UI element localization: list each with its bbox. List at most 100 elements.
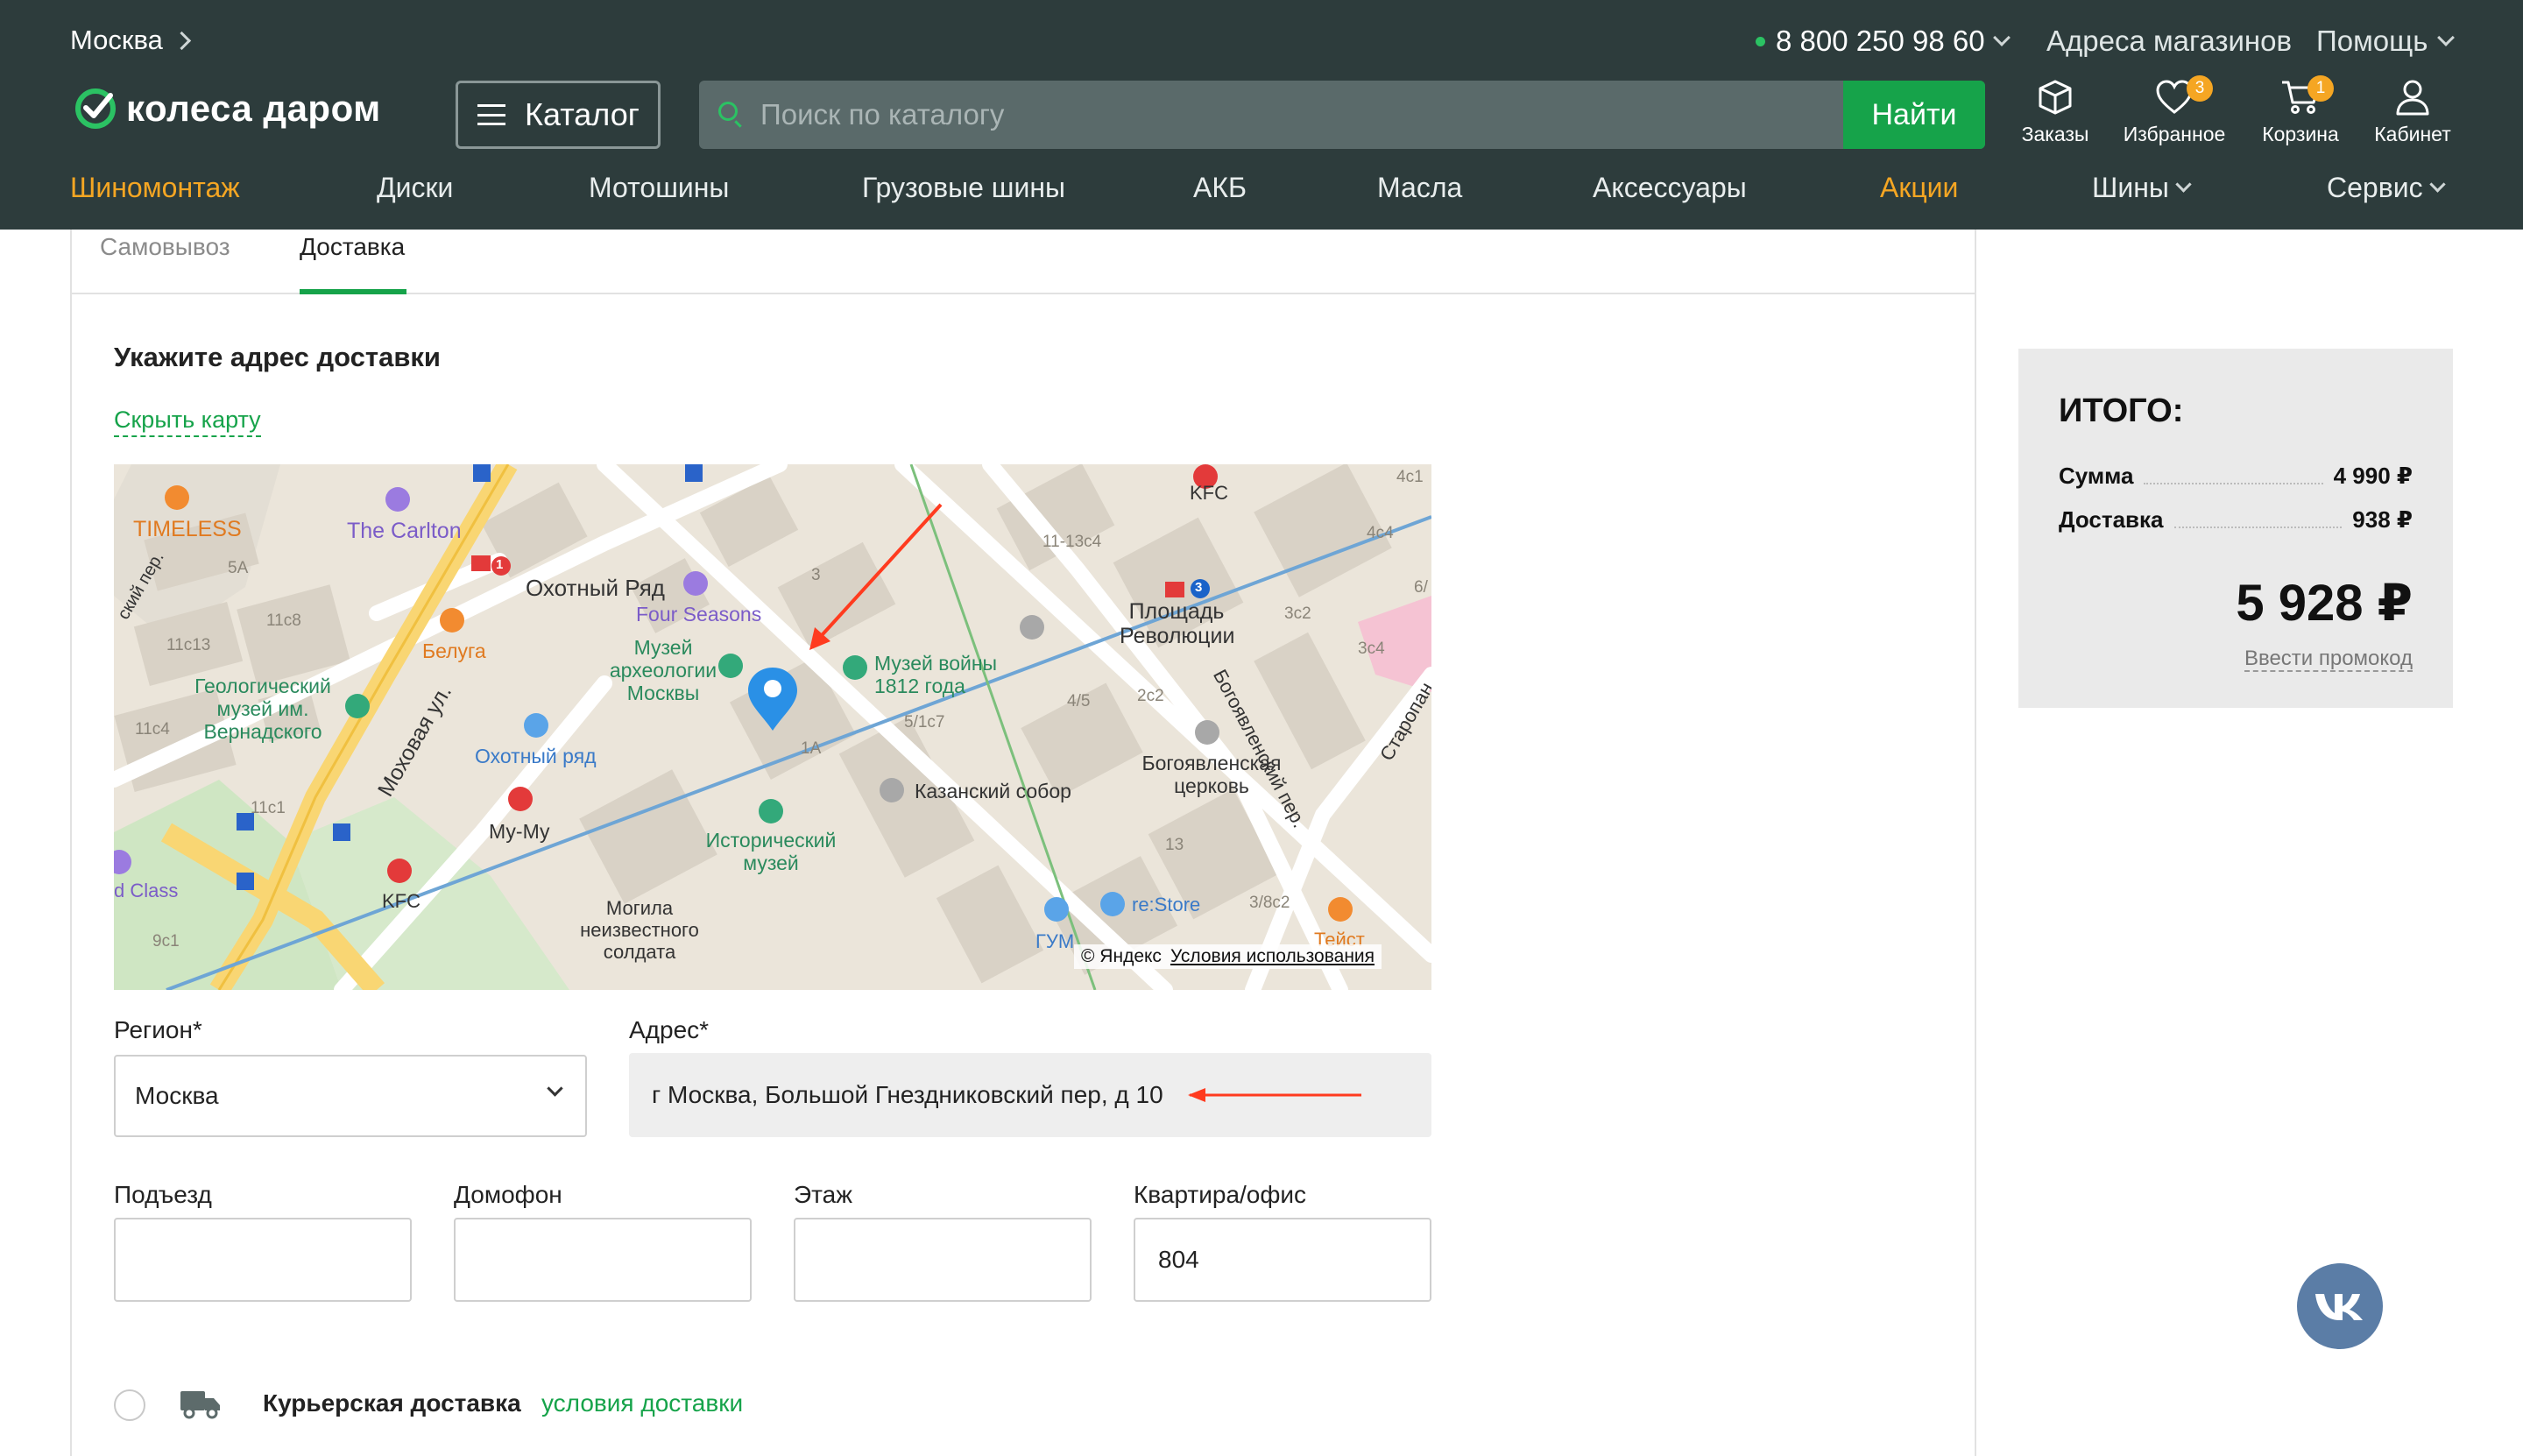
- nav-service[interactable]: Сервис: [2327, 172, 2446, 204]
- house-number: 11-13с4: [1042, 533, 1102, 551]
- region-label: Регион*: [114, 1016, 202, 1043]
- city-selector[interactable]: Москва: [70, 25, 191, 56]
- map-label: Охотный ряд: [475, 745, 597, 767]
- map-label: Исторический музей: [705, 829, 837, 874]
- entrance-label: Подъезд: [114, 1181, 212, 1208]
- delivery-map[interactable]: TIMELESS The Carlton Охотный Ряд Four Se…: [114, 464, 1431, 990]
- menu-icon: [477, 104, 505, 125]
- house-number: 6/: [1414, 578, 1428, 597]
- nav-tires[interactable]: Шины: [2092, 172, 2192, 204]
- chevron-down-icon: [2175, 176, 2192, 193]
- house-number: 11с1: [251, 799, 286, 817]
- address-field[interactable]: г Москва, Большой Гнездниковский пер, д …: [629, 1053, 1431, 1137]
- map-label: KFC: [382, 890, 420, 912]
- active-tab-indicator: [300, 289, 406, 294]
- promo-label: Ввести промокод: [2244, 647, 2413, 672]
- delivery-label: Доставка: [2059, 506, 2164, 533]
- summary-title: ИТОГО:: [2059, 392, 2184, 429]
- courier-radio[interactable]: [114, 1389, 145, 1421]
- house-number: 3с4: [1358, 640, 1385, 658]
- hide-map-link[interactable]: Скрыть карту: [114, 406, 261, 437]
- delivery-conditions-link[interactable]: условия доставки: [541, 1389, 743, 1417]
- house-number: 4/5: [1067, 692, 1091, 710]
- chevron-down-icon: [547, 1080, 563, 1097]
- intercom-input[interactable]: [454, 1218, 752, 1302]
- house-number: 4с1: [1396, 468, 1424, 486]
- delivery-title: Укажите адрес доставки: [114, 342, 441, 372]
- map-label: TIMELESS: [133, 517, 242, 541]
- account-link[interactable]: Кабинет: [2351, 77, 2474, 146]
- map-label: Му-Му: [489, 820, 550, 843]
- map-label: re:Store: [1132, 894, 1201, 915]
- map-terms-link[interactable]: Условия использования: [1170, 946, 1375, 967]
- city-name: Москва: [70, 25, 163, 55]
- nav-tires-label: Шины: [2092, 172, 2169, 203]
- search-input[interactable]: [699, 81, 1843, 149]
- tab-pickup[interactable]: Самовывоз: [100, 233, 230, 261]
- nav-tire-service[interactable]: Шиномонтаж: [70, 172, 240, 204]
- catalog-button[interactable]: Каталог: [456, 81, 661, 149]
- sum-label: Сумма: [2059, 463, 2134, 489]
- phone-number: 8 800 250 98 60: [1776, 25, 1985, 57]
- stores-link[interactable]: Адреса магазинов: [2046, 25, 2292, 58]
- orders-link[interactable]: Заказы: [1994, 77, 2117, 146]
- phone[interactable]: 8 800 250 98 60: [1756, 25, 2011, 58]
- map-label: d Class: [114, 880, 179, 901]
- map-attribution: © Яндекс Условия использования: [1074, 944, 1382, 969]
- dotted-leader: [2173, 527, 2343, 528]
- logo-check-icon: [75, 88, 116, 129]
- map-label: Площадь Революции: [1120, 599, 1235, 648]
- search-button[interactable]: Найти: [1843, 81, 1985, 149]
- map-label: Музей археологии Москвы: [609, 636, 717, 704]
- arrow-left-icon: [1187, 1088, 1361, 1102]
- vk-icon: [2315, 1294, 2363, 1320]
- favorites-label: Избранное: [2123, 123, 2226, 145]
- house-number: 3/8с2: [1249, 894, 1290, 912]
- map-label: Белуга: [422, 640, 486, 662]
- favorites-link[interactable]: 3 Избранное: [2113, 75, 2236, 146]
- entrance-input[interactable]: [114, 1218, 412, 1302]
- nav-promotions[interactable]: Акции: [1880, 172, 1958, 204]
- promo-link[interactable]: Ввести промокод: [2059, 647, 2413, 672]
- nav-oils[interactable]: Масла: [1377, 172, 1462, 204]
- chevron-down-icon: [2437, 29, 2456, 46]
- map-copyright: © Яндекс: [1081, 946, 1162, 966]
- house-number: 5А: [228, 559, 249, 577]
- help-label: Помощь: [2316, 25, 2428, 57]
- nav-moto-tires[interactable]: Мотошины: [589, 172, 729, 204]
- cart-label: Корзина: [2262, 123, 2339, 145]
- apartment-input[interactable]: 804: [1134, 1218, 1431, 1302]
- house-number: 4с4: [1367, 524, 1394, 542]
- house-number: 3: [811, 566, 821, 584]
- nav-truck-tires[interactable]: Грузовые шины: [862, 172, 1065, 204]
- sum-value: 4 990 ₽: [2333, 463, 2413, 489]
- account-label: Кабинет: [2374, 123, 2451, 145]
- house-number: 11с4: [135, 720, 170, 739]
- tab-delivery[interactable]: Доставка: [300, 233, 405, 261]
- floor-input[interactable]: [794, 1218, 1092, 1302]
- cart-count-badge: 1: [2307, 75, 2334, 102]
- address-label: Адрес*: [629, 1016, 710, 1043]
- dotted-leader: [2144, 483, 2323, 484]
- nav-accessories[interactable]: Аксессуары: [1593, 172, 1747, 204]
- metro-line-number: 1: [496, 557, 504, 572]
- user-icon: [2396, 80, 2429, 116]
- map-label: Охотный Ряд: [526, 575, 665, 601]
- map-label: Казанский собор: [915, 780, 1071, 802]
- nav-wheels[interactable]: Диски: [377, 172, 453, 204]
- house-number: 9с1: [152, 932, 180, 951]
- map-label: Геологический музей им. Вернадского: [194, 675, 331, 743]
- apartment-label: Квартира/офис: [1134, 1181, 1307, 1208]
- house-number: 3с2: [1284, 604, 1311, 623]
- help-menu[interactable]: Помощь: [2316, 25, 2456, 58]
- cart-link[interactable]: 1 Корзина: [2239, 75, 2362, 146]
- region-select[interactable]: Москва: [114, 1055, 587, 1137]
- metro-line-number: 3: [1195, 580, 1203, 595]
- logo[interactable]: колеса даром: [75, 88, 381, 130]
- chevron-down-icon: [1992, 29, 2011, 46]
- house-number: 11с8: [266, 611, 301, 630]
- house-number: 2с2: [1137, 687, 1164, 705]
- nav-batteries[interactable]: АКБ: [1193, 172, 1247, 204]
- vk-button[interactable]: [2297, 1263, 2383, 1349]
- truck-icon: [180, 1391, 220, 1419]
